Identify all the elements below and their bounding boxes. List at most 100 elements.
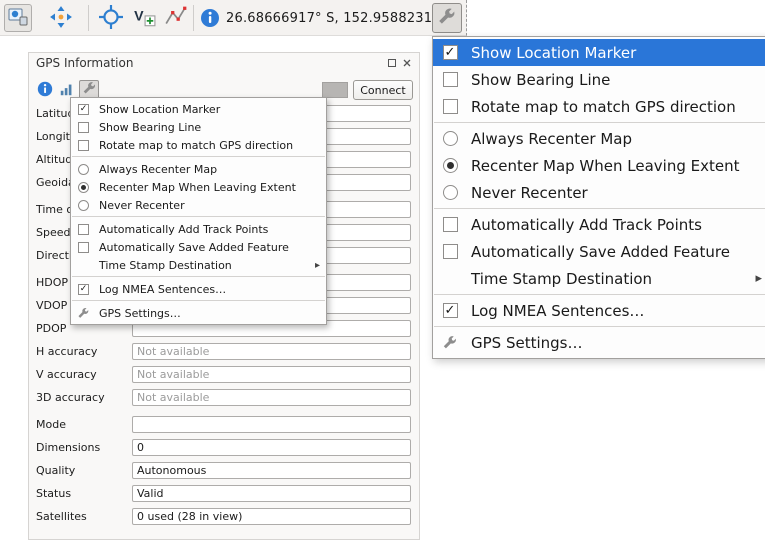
menu-item-gps-settings[interactable]: GPS Settings… (433, 329, 765, 356)
radio-selected-icon (78, 182, 89, 193)
menu-item-never-recenter[interactable]: Never Recenter (433, 179, 765, 206)
float-panel-icon[interactable] (387, 58, 397, 68)
field-row-h-accuracy: H accuracy (36, 343, 411, 360)
field-label-mode: Mode (36, 418, 132, 431)
menu-item-label: Time Stamp Destination (471, 270, 652, 288)
menu-item-automatically-save-added-feature[interactable]: Automatically Save Added Feature (433, 238, 765, 265)
menu-item-always-recenter-map[interactable]: Always Recenter Map (433, 125, 765, 152)
toolbar-separator-1 (88, 5, 89, 31)
menu-item-rotate-map-to-match-gps-direction[interactable]: Rotate map to match GPS direction (433, 93, 765, 120)
menu-indicator (77, 241, 90, 254)
menu-indicator (442, 217, 458, 233)
panel-title-bar: GPS Information (29, 53, 419, 73)
menu-separator (434, 326, 765, 327)
field-row-mode: Mode (36, 416, 411, 433)
gps-options-menu-zoom: ✓Show Location MarkerShow Bearing LineRo… (432, 36, 765, 359)
menu-indicator (442, 244, 458, 260)
checkbox-unchecked-icon (443, 72, 458, 87)
menu-indicator (442, 72, 458, 88)
connect-button[interactable]: Connect (353, 80, 413, 100)
menu-item-label: Log NMEA Sentences… (99, 283, 226, 296)
add-track-point-button[interactable]: V (129, 4, 159, 32)
checkbox-unchecked-icon (443, 217, 458, 232)
menu-item-always-recenter-map[interactable]: Always Recenter Map (71, 160, 326, 178)
checkbox-unchecked-icon (78, 140, 89, 151)
menu-item-log-nmea-sentences[interactable]: ✓Log NMEA Sentences… (433, 297, 765, 324)
radio-unselected-icon (443, 185, 458, 200)
menu-item-time-stamp-destination[interactable]: Time Stamp Destination▸ (433, 265, 765, 292)
field-value-v-accuracy[interactable] (132, 366, 411, 383)
field-row-3d-accuracy: 3D accuracy (36, 389, 411, 406)
track-button[interactable] (161, 4, 191, 32)
menu-item-automatically-add-track-points[interactable]: Automatically Add Track Points (71, 220, 326, 238)
menu-item-label: Automatically Add Track Points (99, 223, 268, 236)
field-value-quality[interactable] (132, 462, 411, 479)
menu-indicator: ✓ (77, 283, 90, 296)
menu-item-label: Automatically Add Track Points (471, 216, 702, 234)
field-value-mode[interactable] (132, 416, 411, 433)
checkbox-unchecked-icon (443, 244, 458, 259)
menu-item-log-nmea-sentences[interactable]: ✓ Log NMEA Sentences… (71, 280, 326, 298)
menu-item-recenter-map-when-leaving-extent[interactable]: Recenter Map When Leaving Extent (71, 178, 326, 196)
menu-indicator: ✓ (77, 103, 90, 116)
menu-item-time-stamp-destination[interactable]: Time Stamp Destination▸ (71, 256, 326, 274)
menu-item-label: Automatically Save Added Feature (99, 241, 289, 254)
menu-item-gps-settings[interactable]: GPS Settings… (71, 304, 326, 322)
field-row-dimensions: Dimensions (36, 439, 411, 456)
menu-item-automatically-add-track-points[interactable]: Automatically Add Track Points (433, 211, 765, 238)
menu-item-label: Rotate map to match GPS direction (471, 98, 736, 116)
close-panel-icon[interactable] (402, 58, 412, 68)
gps-options-menu: ✓ Show Location Marker Show Bearing LineRo… (70, 97, 327, 325)
info-icon (200, 8, 220, 28)
menu-item-label: Recenter Map When Leaving Extent (99, 181, 296, 194)
field-value-dimensions[interactable] (132, 439, 411, 456)
field-value-h-accuracy[interactable] (132, 343, 411, 360)
add-track-point-icon: V (132, 5, 156, 32)
menu-item-label: Show Location Marker (471, 44, 636, 62)
wrench-icon (437, 7, 457, 30)
crosshair-icon (99, 5, 123, 32)
menu-separator (72, 216, 325, 217)
menu-item-label: Show Bearing Line (471, 71, 610, 89)
info-icon (37, 81, 53, 100)
menu-item-label: Always Recenter Map (99, 163, 217, 176)
menu-item-show-bearing-line[interactable]: Show Bearing Line (433, 66, 765, 93)
gps-information-panel-icon (7, 6, 29, 31)
field-value-satellites[interactable] (132, 508, 411, 525)
menu-indicator (442, 131, 458, 147)
menu-item-show-bearing-line[interactable]: Show Bearing Line (71, 118, 326, 136)
radio-unselected-icon (78, 164, 89, 175)
menu-separator (72, 276, 325, 277)
menu-item-never-recenter[interactable]: Never Recenter (71, 196, 326, 214)
gps-coordinates-display: 26.68666917° S, 152.95882317° E (226, 0, 460, 36)
recenter-crosshair-button[interactable] (96, 4, 126, 32)
field-value-status[interactable] (132, 485, 411, 502)
checkbox-unchecked-icon (78, 242, 89, 253)
menu-item-show-location-marker[interactable]: ✓ Show Location Marker (71, 100, 326, 118)
menu-item-automatically-save-added-feature[interactable]: Automatically Save Added Feature (71, 238, 326, 256)
menu-indicator (77, 139, 90, 152)
menu-item-label: Automatically Save Added Feature (471, 243, 730, 261)
menu-item-show-location-marker[interactable]: ✓Show Location Marker (433, 39, 765, 66)
menu-indicator-empty (77, 259, 90, 272)
field-row-quality: Quality (36, 462, 411, 479)
radio-selected-icon (443, 158, 458, 173)
menu-indicator: ✓ (442, 303, 458, 319)
submenu-arrow-icon: ▸ (315, 260, 320, 271)
menu-indicator (77, 163, 90, 176)
gps-information-panel-button[interactable] (4, 4, 32, 32)
menu-item-recenter-map-when-leaving-extent[interactable]: Recenter Map When Leaving Extent (433, 152, 765, 179)
menu-item-rotate-map-to-match-gps-direction[interactable]: Rotate map to match GPS direction (71, 136, 326, 154)
checkbox-unchecked-icon (78, 122, 89, 133)
menu-item-label: Never Recenter (99, 199, 185, 212)
field-label-v-accuracy: V accuracy (36, 368, 132, 381)
gps-settings-button[interactable] (432, 3, 462, 33)
menu-item-label: Show Location Marker (99, 103, 220, 116)
position-info-tab-button[interactable] (35, 80, 55, 100)
recenter-map-button[interactable] (46, 4, 76, 32)
field-label-status: Status (36, 487, 132, 500)
field-value-3d-accuracy[interactable] (132, 389, 411, 406)
checkbox-unchecked-icon (443, 99, 458, 114)
menu-indicator (77, 121, 90, 134)
radio-unselected-icon (78, 200, 89, 211)
